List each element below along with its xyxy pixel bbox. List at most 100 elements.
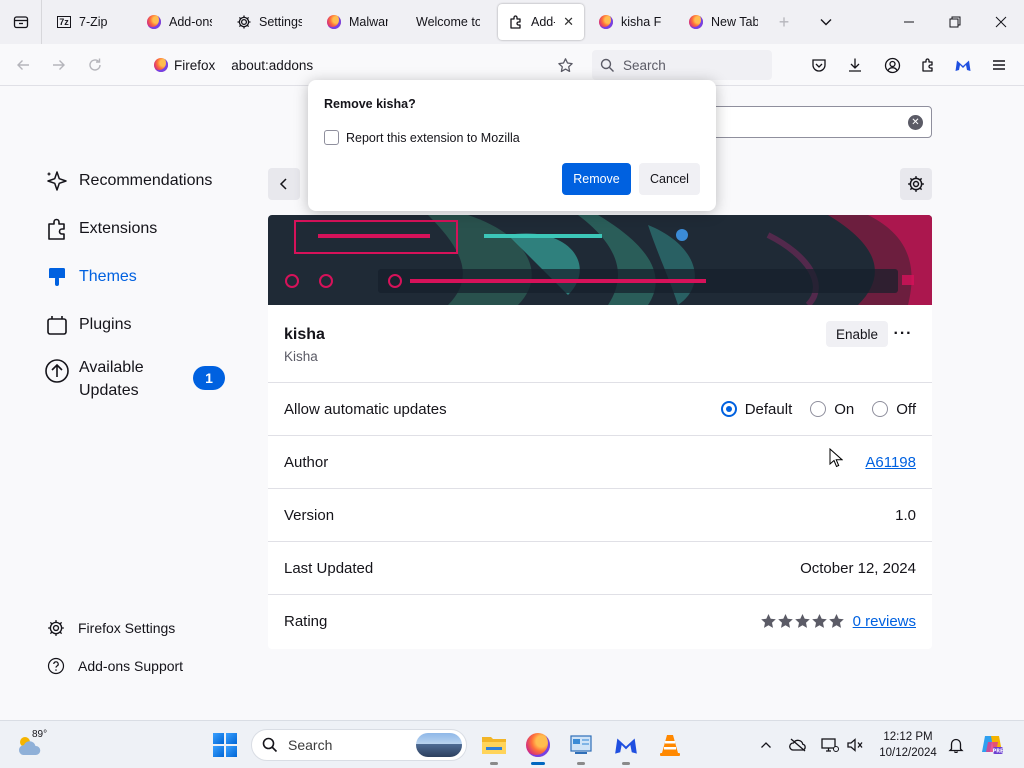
folder-icon [482, 737, 506, 754]
tab-label: New Tab [711, 15, 758, 29]
sidebar-item-available-updates[interactable]: Available Updates [44, 356, 144, 402]
report-extension-checkbox[interactable]: Report this extension to Mozilla [324, 130, 520, 145]
cancel-button[interactable]: Cancel [639, 163, 700, 195]
reviews-link[interactable]: 0 reviews [853, 613, 916, 630]
tab-new-tab[interactable]: New Tab [678, 4, 768, 40]
tab-addons[interactable]: Add-ons [136, 4, 222, 40]
search-bar[interactable]: Search [592, 50, 772, 80]
reload-button[interactable] [82, 52, 108, 78]
malwarebytes-extension-button[interactable] [950, 52, 976, 78]
radio-off[interactable]: Off [872, 401, 916, 418]
list-all-tabs-button[interactable] [806, 0, 846, 44]
addon-creator[interactable]: Kisha [284, 349, 318, 364]
sidebar-item-recommendations[interactable]: Recommendations [44, 168, 212, 194]
vlc-cone-icon [660, 735, 680, 756]
checkbox-unchecked-icon[interactable] [324, 130, 339, 145]
star-icon [760, 613, 776, 628]
app-menu-button[interactable] [986, 52, 1012, 78]
author-link[interactable]: A61198 [865, 454, 916, 471]
last-updated-row: Last Updated October 12, 2024 [268, 541, 932, 594]
search-placeholder: Search [623, 57, 666, 73]
tab-settings[interactable]: Settings [226, 4, 312, 40]
pocket-button[interactable] [806, 52, 832, 78]
search-icon [600, 58, 614, 72]
more-options-button[interactable]: ··· [890, 321, 916, 347]
search-addons-input[interactable]: ✕ [684, 106, 932, 138]
minimize-button[interactable] [886, 0, 932, 44]
auto-updates-row: Allow automatic updates Default On Off [268, 382, 932, 435]
url-bar[interactable]: Firefox about:addons [146, 50, 586, 80]
tab-kisha[interactable]: kisha Fu [588, 4, 672, 40]
bookmark-star-button[interactable] [552, 52, 578, 78]
taskbar-clock[interactable]: 12:12 PM 10/12/2024 [872, 729, 944, 761]
network-tray-icon[interactable] [820, 735, 840, 755]
enable-button[interactable]: Enable [826, 321, 889, 347]
row-label: Author [284, 453, 329, 471]
firefox-icon [154, 58, 168, 72]
weather-widget[interactable]: 89° [16, 727, 56, 763]
taskbar-malwarebytes[interactable] [610, 729, 642, 765]
account-button[interactable] [879, 52, 905, 78]
tab-welcome[interactable]: Welcome to [406, 4, 490, 40]
chevron-left-icon [279, 178, 287, 190]
puzzle-icon [922, 58, 933, 72]
show-hidden-icons-button[interactable] [756, 735, 776, 755]
star-icon [811, 613, 827, 628]
close-tab-icon[interactable]: ✕ [563, 14, 574, 30]
url-text[interactable]: about:addons [231, 58, 313, 73]
new-tab-button[interactable]: + [764, 0, 804, 44]
copilot-tray-icon[interactable]: PRE [980, 732, 1004, 756]
sidebar-item-label: Plugins [79, 316, 132, 333]
sidebar-item-plugins[interactable]: Plugins [44, 312, 131, 338]
radio-unselected-icon [810, 401, 827, 417]
onedrive-tray-icon[interactable] [788, 735, 808, 755]
taskbar-firefox[interactable] [522, 729, 554, 765]
forward-button[interactable] [46, 52, 72, 78]
speaker-muted-icon [847, 738, 863, 752]
notifications-tray-icon[interactable] [946, 735, 966, 755]
sidebar-item-extensions[interactable]: Extensions [44, 216, 157, 242]
plugin-icon [44, 312, 70, 338]
svg-text:PRE: PRE [993, 749, 1004, 755]
identity-box[interactable]: Firefox [146, 58, 215, 73]
addon-name: kisha [284, 326, 325, 343]
tab-label: Settings [259, 15, 302, 29]
version-row: Version 1.0 [268, 488, 932, 541]
radio-on[interactable]: On [810, 401, 854, 418]
back-to-list-button[interactable] [268, 168, 300, 200]
star-icon [794, 613, 810, 628]
start-button[interactable] [213, 733, 237, 757]
remove-button[interactable]: Remove [562, 163, 631, 195]
sidebar-addons-support-link[interactable]: Add-ons Support [46, 656, 183, 676]
auto-updates-radio-group: Default On Off [703, 401, 916, 418]
tab-malware[interactable]: Malware [316, 4, 398, 40]
sidebar-item-themes[interactable]: Themes [44, 264, 137, 290]
gear-icon [236, 14, 252, 30]
restore-button[interactable] [932, 0, 978, 44]
sidebar-firefox-settings-link[interactable]: Firefox Settings [46, 618, 175, 638]
taskbar-control-panel[interactable] [565, 729, 597, 765]
volume-muted-tray-icon[interactable] [845, 735, 865, 755]
tab-addons-active[interactable]: Add-o ✕ [498, 4, 584, 40]
search-highlight-image [416, 733, 462, 757]
extensions-button[interactable] [915, 52, 941, 78]
taskbar-vlc[interactable] [654, 729, 686, 761]
taskbar-search-box[interactable]: Search [251, 729, 467, 761]
radio-label: Default [744, 400, 793, 418]
minimize-icon [904, 21, 914, 23]
downloads-button[interactable] [842, 52, 868, 78]
firefox-icon [688, 14, 704, 30]
row-label: Version [284, 506, 335, 524]
tools-gear-button[interactable] [900, 168, 932, 200]
close-window-button[interactable] [978, 0, 1024, 44]
arrow-left-icon [17, 60, 29, 70]
tab-7zip[interactable]: 7z 7-Zip [46, 4, 134, 40]
clear-search-icon[interactable]: ✕ [908, 115, 923, 130]
tab-overview-button[interactable] [0, 0, 42, 44]
clock-date: 10/12/2024 [879, 747, 937, 759]
puzzle-icon [508, 14, 524, 30]
taskbar-file-explorer[interactable] [478, 729, 510, 765]
radio-default[interactable]: Default [720, 400, 793, 418]
sidebar-item-label: Extensions [79, 220, 158, 237]
back-button[interactable] [10, 52, 36, 78]
